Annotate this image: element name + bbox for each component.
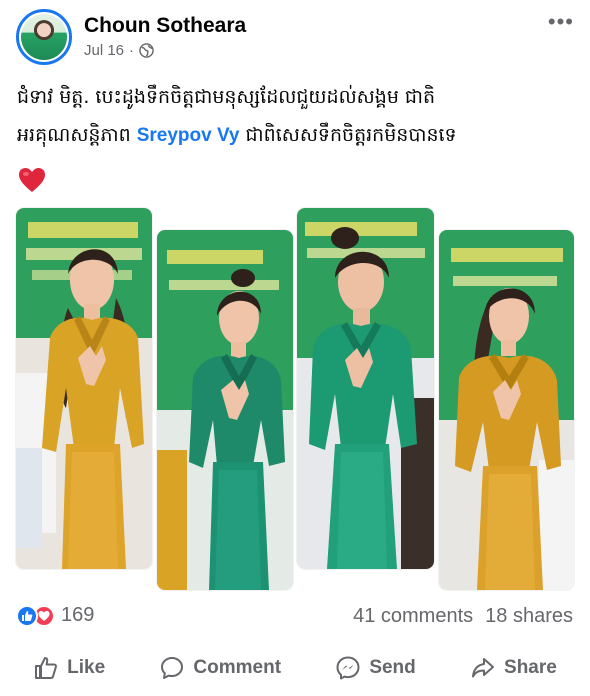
post-photo-3[interactable] xyxy=(297,208,434,569)
post-caption: ជំទាវ មិត្ត. បេះដូងទឹកចិត្តជាមនុស្សដែលជួ… xyxy=(17,78,577,155)
globe-icon[interactable] xyxy=(139,43,154,58)
shares-count[interactable]: 18 shares xyxy=(485,605,573,628)
comment-icon xyxy=(161,657,184,679)
caption-suffix: ជាពិសេសទឹកចិត្តរកមិនបានទេ xyxy=(245,124,457,146)
comments-count[interactable]: 41 comments xyxy=(353,605,473,628)
like-reaction-icon xyxy=(16,604,38,627)
post-photo-4[interactable] xyxy=(439,230,574,590)
post-photo-1[interactable] xyxy=(16,208,152,569)
reaction-count: 169 xyxy=(61,604,95,626)
comment-button[interactable]: Comment xyxy=(159,655,281,681)
caption-line-1: ជំទាវ មិត្ត. បេះដូងទឹកចិត្តជាមនុស្សដែលជួ… xyxy=(17,86,436,108)
heart-emoji-icon xyxy=(19,168,45,192)
meta-separator: · xyxy=(129,42,135,59)
like-label: Like xyxy=(67,657,106,678)
send-label: Send xyxy=(369,657,416,678)
action-bar: Like Comment Send Share xyxy=(0,645,590,691)
reactions-summary[interactable]: 169 xyxy=(16,604,94,627)
like-button[interactable]: Like xyxy=(33,655,105,681)
caption-line-2: អរគុណសន្តិភាព Sreypov Vy ជាពិសេសទឹកចិត្ត… xyxy=(17,116,577,155)
share-icon xyxy=(472,658,495,678)
engagement-stats: 41 comments 18 shares xyxy=(353,605,573,628)
send-button[interactable]: Send xyxy=(335,655,416,681)
share-button[interactable]: Share xyxy=(470,655,557,681)
author-avatar[interactable] xyxy=(16,9,72,65)
like-icon xyxy=(35,657,58,679)
comment-label: Comment xyxy=(193,657,282,678)
post-photo-2[interactable] xyxy=(157,230,293,590)
post-date[interactable]: Jul 16 xyxy=(84,42,124,59)
caption-prefix: អរគុណសន្តិភាព xyxy=(17,124,131,146)
author-name[interactable]: Choun Sotheara xyxy=(84,14,246,38)
share-label: Share xyxy=(504,657,557,678)
send-icon xyxy=(336,656,360,680)
mention-link[interactable]: Sreypov Vy xyxy=(137,125,240,146)
post-header: Choun Sotheara Jul 16 · ••• xyxy=(0,0,590,70)
more-options-icon[interactable]: ••• xyxy=(548,11,574,33)
post-meta: Jul 16 · xyxy=(84,42,154,59)
